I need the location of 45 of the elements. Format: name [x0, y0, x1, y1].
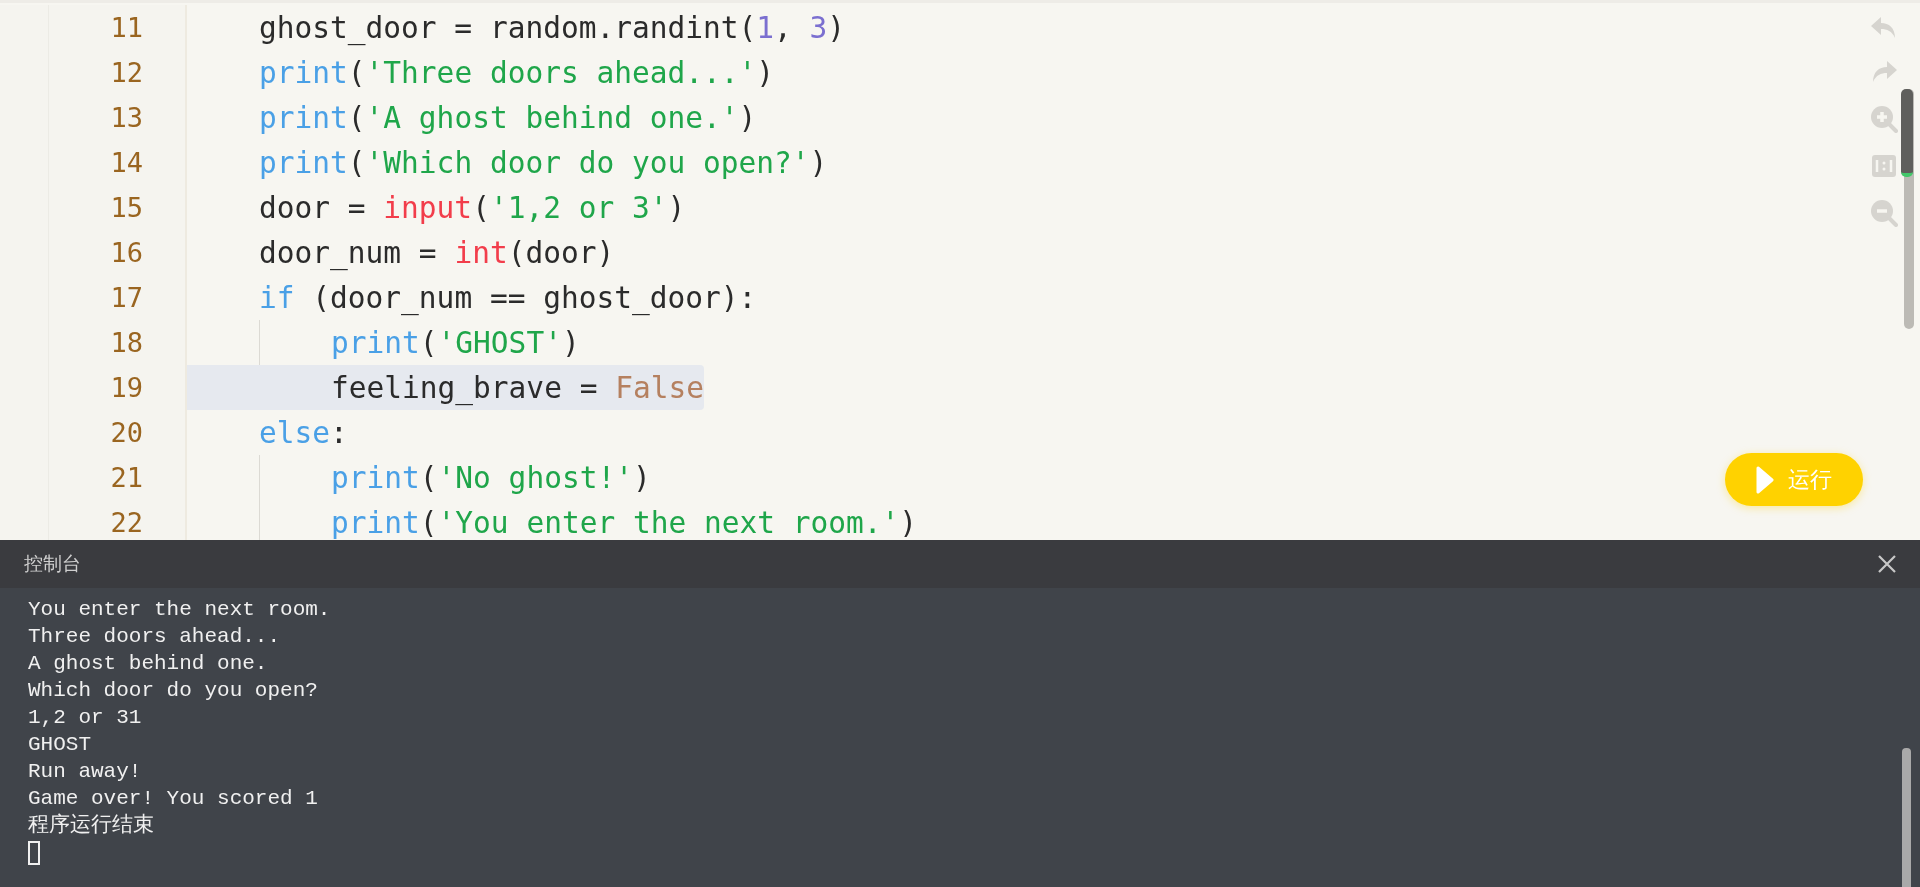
- line-number: 15: [110, 192, 143, 223]
- code-line: else:: [259, 414, 348, 452]
- redo-icon[interactable]: [1871, 61, 1897, 83]
- console-output-line: You enter the next room.: [28, 597, 331, 623]
- console-output-line: Which door do you open?: [28, 678, 318, 704]
- code-line: print('GHOST'): [331, 324, 580, 362]
- run-button[interactable]: 运行: [1725, 453, 1863, 506]
- zoom-out-icon[interactable]: [1870, 199, 1898, 227]
- line-number: 12: [110, 57, 143, 88]
- console-output-line: Game over! You scored 1: [28, 786, 318, 812]
- line-number: 18: [110, 327, 143, 358]
- line-number: 20: [110, 417, 143, 448]
- zoom-in-icon[interactable]: [1870, 105, 1898, 133]
- actual-size-icon[interactable]: [1872, 155, 1896, 177]
- line-number: 11: [110, 12, 143, 43]
- code-line: print('Three doors ahead...'): [259, 54, 775, 92]
- line-number: 22: [110, 507, 143, 538]
- console-title: 控制台: [24, 551, 81, 576]
- line-number: 19: [110, 372, 143, 403]
- scrollbar[interactable]: [1904, 89, 1914, 329]
- code-line: if (door_num == ghost_door):: [259, 279, 757, 318]
- console-output-line: A ghost behind one.: [28, 651, 268, 677]
- line-number: 17: [110, 282, 143, 313]
- code-line: door = input('1,2 or 3'): [259, 189, 686, 227]
- code-line: print('No ghost!'): [331, 459, 651, 497]
- scrollbar-thumb[interactable]: [1901, 89, 1913, 177]
- line-number: 13: [110, 102, 143, 133]
- line-number: 14: [110, 147, 143, 178]
- code-line: ghost_door = random.randint(1, 3): [259, 9, 846, 48]
- line-number: 16: [110, 237, 143, 268]
- play-icon: [1756, 465, 1774, 494]
- console-output-line: 1,2 or 31: [28, 705, 142, 731]
- undo-icon[interactable]: [1871, 17, 1897, 39]
- code-line: door_num = int(door): [259, 234, 615, 273]
- code-line: print('Which door do you open?'): [259, 144, 828, 182]
- line-number: 21: [110, 462, 143, 493]
- text-cursor: [28, 841, 40, 865]
- code-line: print('A ghost behind one.'): [259, 99, 757, 137]
- console-output-line: GHOST: [28, 732, 91, 758]
- console-output-line: Three doors ahead...: [28, 624, 281, 650]
- code-line: print('You enter the next room.'): [331, 504, 918, 540]
- console-output-line: 程序运行结束: [28, 812, 154, 839]
- scrollbar-thumb[interactable]: [1902, 748, 1911, 887]
- console-output-line: Run away!: [28, 759, 142, 785]
- close-icon[interactable]: [1878, 555, 1896, 573]
